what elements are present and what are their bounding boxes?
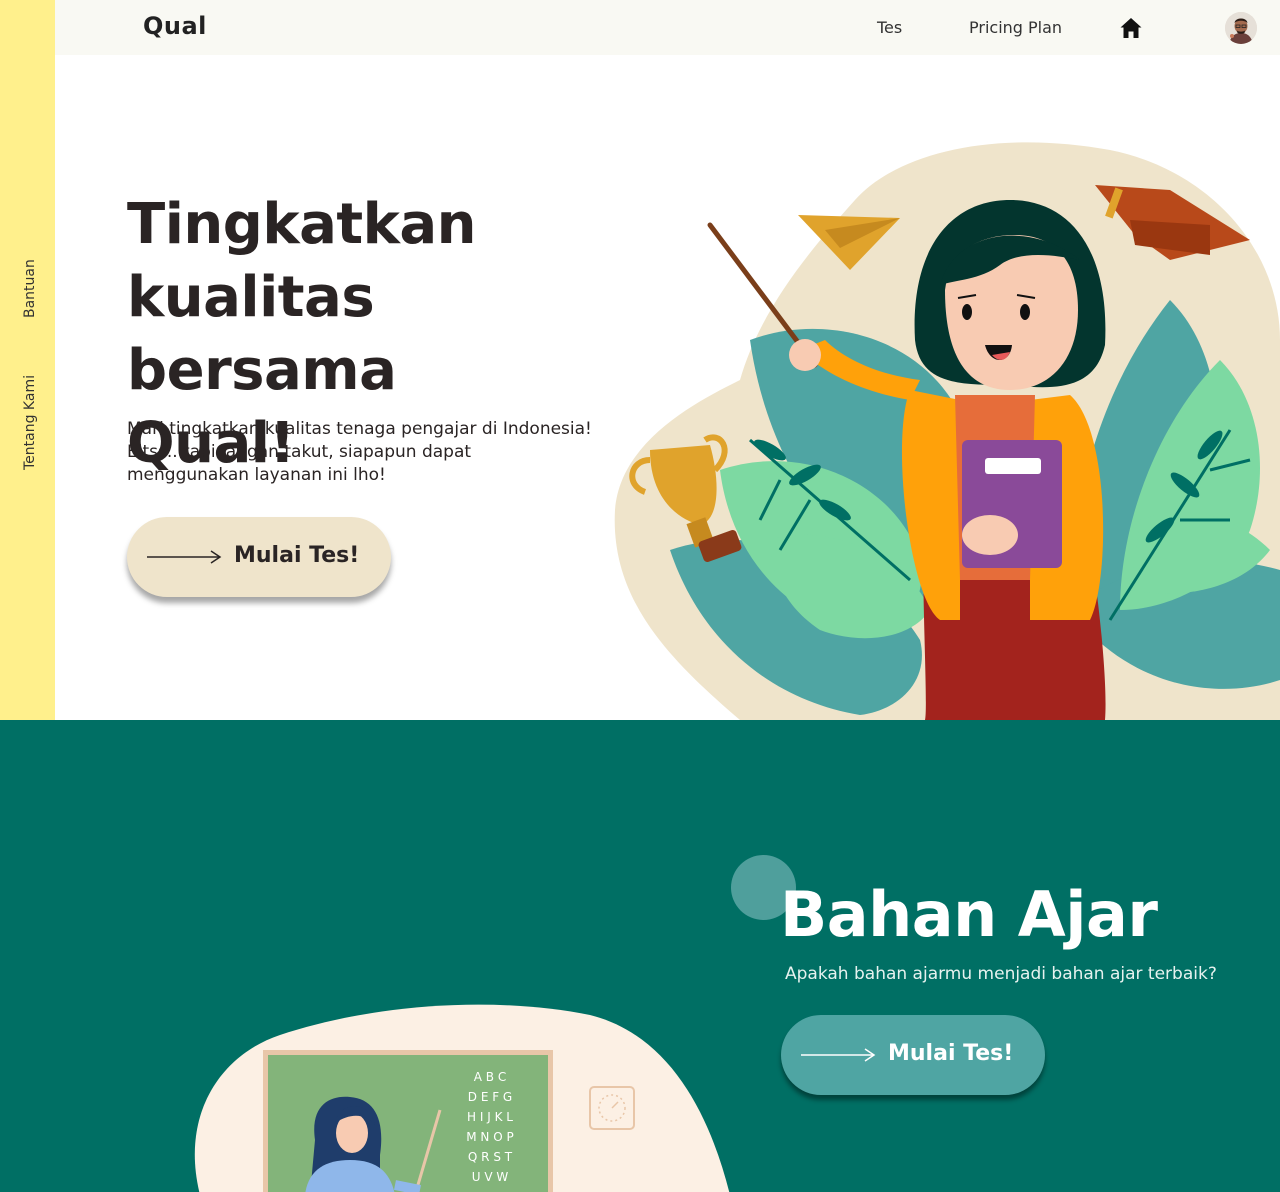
classroom-illustration: A B C D E F G H I J K L M N O P Q R S T … [194,1004,730,1192]
board-row-4: M N O P [466,1130,513,1144]
nav-link-pricing-plan[interactable]: Pricing Plan [969,18,1062,37]
bahan-ajar-subtitle: Apakah bahan ajarmu menjadi bahan ajar t… [785,964,1217,984]
bahan-ajar-section: Bahan Ajar Apakah bahan ajarmu menjadi b… [0,720,1280,1192]
bahan-ajar-start-test-button[interactable]: Mulai Tes! [781,1015,1045,1095]
bahan-ajar-cta-label: Mulai Tes! [888,1041,1014,1066]
hero-title-line-2: kualitas bersama [127,265,397,403]
home-icon[interactable] [1119,16,1143,40]
hero-subtitle: Mari tingkatkan kualitas tenaga pengajar… [127,419,592,485]
side-rail: Bantuan Tentang Kami [0,0,55,720]
sidebar-link-tentang-kami[interactable]: Tentang Kami [22,375,38,470]
hero-cta-label: Mulai Tes! [234,543,360,568]
board-row-6: U V W [472,1170,509,1184]
board-row-1: A B C [474,1070,506,1084]
nav-link-tes[interactable]: Tes [877,18,902,37]
hero-start-test-button[interactable]: Mulai Tes! [127,517,391,597]
hero-title-line-1: Tingkatkan [127,192,477,257]
bahan-ajar-title: Bahan Ajar [780,878,1158,951]
sidebar-link-bantuan[interactable]: Bantuan [22,259,38,318]
arrow-right-icon [147,550,222,564]
user-avatar[interactable] [1225,12,1257,44]
board-row-5: Q R S T [468,1150,513,1164]
arrow-right-icon [801,1048,876,1062]
top-navbar: Qual Tes Pricing Plan [55,0,1280,55]
brand-logo[interactable]: Qual [143,12,207,40]
board-row-2: D E F G [468,1090,512,1104]
teacher-illustration [614,142,1280,720]
board-row-3: H I J K L [467,1110,513,1124]
